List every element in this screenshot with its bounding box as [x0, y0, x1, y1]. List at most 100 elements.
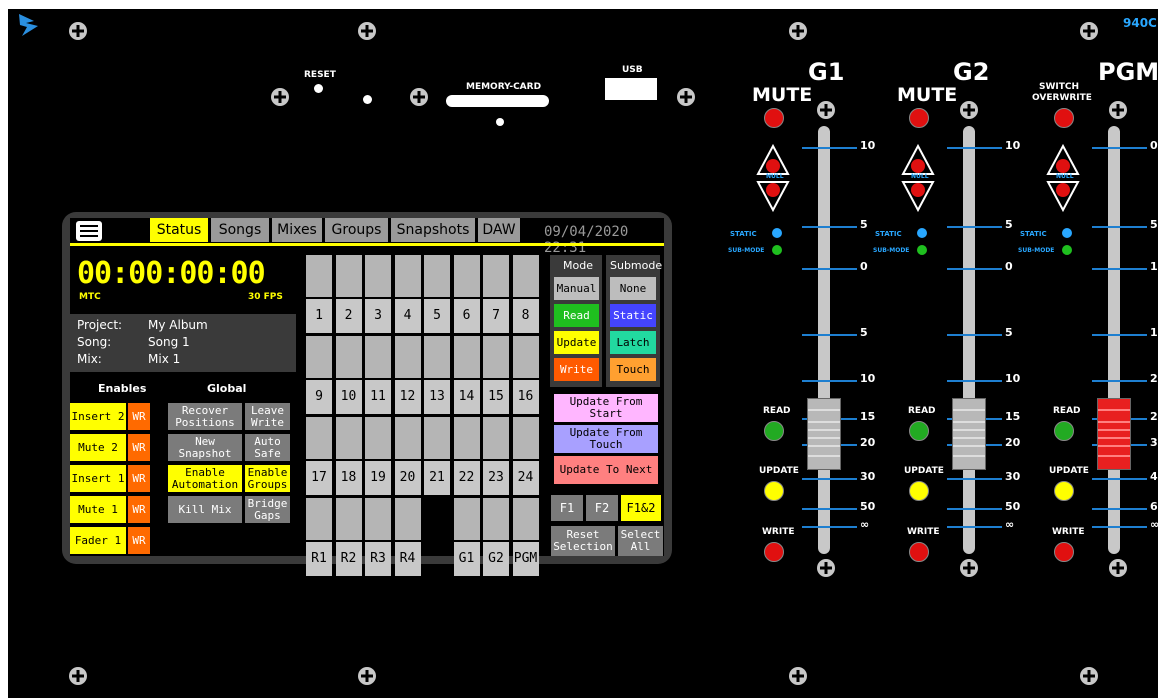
read-button[interactable]: [1054, 421, 1074, 441]
channel-11[interactable]: 11: [365, 380, 391, 414]
strip-name: G1: [808, 58, 845, 86]
channel-pgm[interactable]: PGM: [512, 542, 539, 576]
update-button[interactable]: [764, 481, 784, 501]
select-all-button[interactable]: Select All: [618, 526, 663, 556]
channel-g1[interactable]: G1: [453, 542, 480, 576]
channel-5[interactable]: 5: [424, 299, 450, 333]
wr-toggle[interactable]: WR: [128, 527, 150, 554]
mode-manual[interactable]: Manual: [554, 277, 599, 300]
channel-4[interactable]: 4: [394, 299, 421, 333]
fader-knob[interactable]: [1097, 398, 1131, 470]
reset-selection-button[interactable]: Reset Selection: [551, 526, 615, 556]
tab-status[interactable]: Status: [150, 218, 208, 242]
enable-groups-button[interactable]: Enable Groups: [245, 465, 290, 492]
channel-r2[interactable]: R2: [335, 542, 362, 576]
channel-22[interactable]: 22: [453, 461, 480, 495]
channel-g2[interactable]: G2: [483, 542, 509, 576]
channel-strip-top: [365, 498, 391, 540]
fkey-f1-2[interactable]: F1&2: [621, 495, 661, 521]
channel-10[interactable]: 10: [335, 380, 362, 414]
channel-14[interactable]: 14: [453, 380, 480, 414]
read-button[interactable]: [764, 421, 784, 441]
mode-read[interactable]: Read: [554, 304, 599, 327]
channel-r4[interactable]: R4: [394, 542, 421, 576]
mode-write[interactable]: Write: [554, 358, 599, 381]
channel-3[interactable]: 3: [365, 299, 391, 333]
submode-static[interactable]: Static: [610, 304, 656, 327]
tab-songs[interactable]: Songs: [211, 218, 269, 242]
tab-daw[interactable]: DAW: [478, 218, 520, 242]
wr-toggle[interactable]: WR: [128, 434, 150, 461]
write-button[interactable]: [764, 542, 784, 562]
recover-positions-button[interactable]: Recover Positions: [168, 403, 242, 430]
bridge-gaps-button[interactable]: Bridge Gaps: [245, 496, 290, 523]
new-snapshot-button[interactable]: New Snapshot: [168, 434, 242, 461]
scale-tick: [1092, 478, 1147, 480]
read-label: READ: [908, 406, 936, 416]
channel-6[interactable]: 6: [453, 299, 480, 333]
channel-20[interactable]: 20: [394, 461, 421, 495]
channel-7[interactable]: 7: [483, 299, 509, 333]
submode-latch[interactable]: Latch: [610, 331, 656, 354]
datetime: 09/04/2020 22:31: [544, 224, 629, 256]
fkey-f1[interactable]: F1: [551, 495, 583, 521]
auto-safe-button[interactable]: Auto Safe: [245, 434, 290, 461]
fader-track[interactable]: [963, 126, 975, 554]
channel-21[interactable]: 21: [424, 461, 450, 495]
channel-r3[interactable]: R3: [365, 542, 391, 576]
enable-fader-1[interactable]: Fader 1: [70, 527, 126, 554]
channel-2[interactable]: 2: [335, 299, 362, 333]
enable-insert-1[interactable]: Insert 1: [70, 465, 126, 492]
update-option[interactable]: Update To Next: [554, 456, 658, 484]
mute-button[interactable]: [909, 108, 929, 128]
tab-mixes[interactable]: Mixes: [272, 218, 322, 242]
wr-toggle[interactable]: WR: [128, 465, 150, 492]
menu-icon[interactable]: [76, 221, 102, 241]
wr-toggle[interactable]: WR: [128, 403, 150, 430]
write-button[interactable]: [1054, 542, 1074, 562]
channel-r1[interactable]: R1: [306, 542, 332, 576]
channel-13[interactable]: 13: [424, 380, 450, 414]
channel-strip-top: [394, 498, 421, 540]
enable-automation-button[interactable]: Enable Automation: [168, 465, 242, 492]
write-label: WRITE: [762, 527, 795, 537]
channel-strip-top: [394, 255, 421, 297]
wr-toggle[interactable]: WR: [128, 496, 150, 523]
submode-none[interactable]: None: [610, 277, 656, 300]
channel-24[interactable]: 24: [512, 461, 539, 495]
mute-button[interactable]: [1054, 108, 1074, 128]
kill-mix-button[interactable]: Kill Mix: [168, 496, 242, 523]
mode-update[interactable]: Update: [554, 331, 599, 354]
channel-18[interactable]: 18: [335, 461, 362, 495]
channel-1[interactable]: 1: [306, 299, 332, 333]
fader-track[interactable]: [818, 126, 830, 554]
scale-tick: [947, 380, 1002, 382]
enable-mute-1[interactable]: Mute 1: [70, 496, 126, 523]
enable-mute-2[interactable]: Mute 2: [70, 434, 126, 461]
fader-track[interactable]: [1108, 126, 1120, 554]
update-option[interactable]: Update From Start: [554, 394, 658, 422]
mode-header: Mode: [563, 259, 593, 272]
channel-16[interactable]: 16: [512, 380, 539, 414]
update-option[interactable]: Update From Touch: [554, 425, 658, 453]
tab-snapshots[interactable]: Snapshots: [391, 218, 475, 242]
channel-23[interactable]: 23: [483, 461, 509, 495]
leave-write-button[interactable]: Leave Write: [245, 403, 290, 430]
channel-12[interactable]: 12: [394, 380, 421, 414]
enable-insert-2[interactable]: Insert 2: [70, 403, 126, 430]
fader-knob[interactable]: [952, 398, 986, 470]
read-button[interactable]: [909, 421, 929, 441]
fkey-f2[interactable]: F2: [586, 495, 618, 521]
write-button[interactable]: [909, 542, 929, 562]
channel-17[interactable]: 17: [306, 461, 332, 495]
update-button[interactable]: [909, 481, 929, 501]
fader-knob[interactable]: [807, 398, 841, 470]
tab-groups[interactable]: Groups: [325, 218, 388, 242]
channel-9[interactable]: 9: [306, 380, 332, 414]
channel-15[interactable]: 15: [483, 380, 509, 414]
submode-touch[interactable]: Touch: [610, 358, 656, 381]
channel-19[interactable]: 19: [365, 461, 391, 495]
channel-8[interactable]: 8: [512, 299, 539, 333]
mute-button[interactable]: [764, 108, 784, 128]
update-button[interactable]: [1054, 481, 1074, 501]
